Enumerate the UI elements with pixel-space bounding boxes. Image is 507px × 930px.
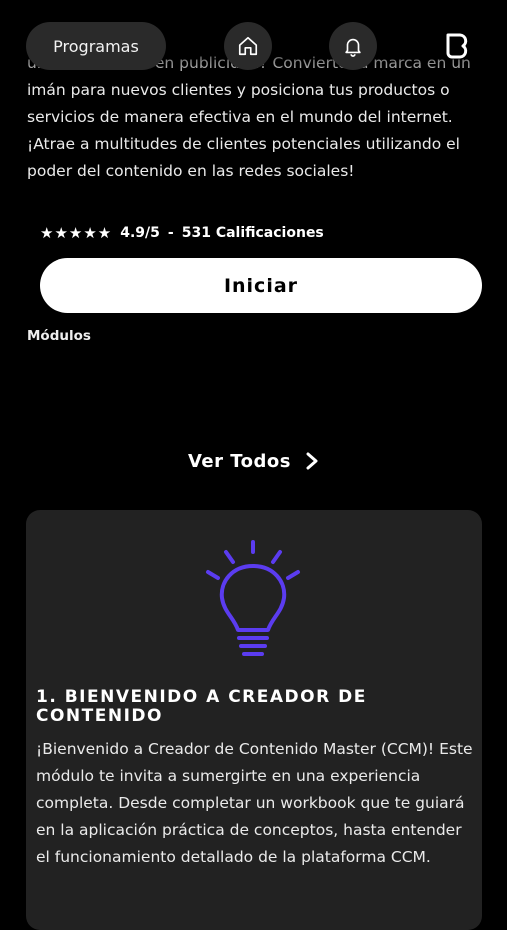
- top-navigation: Programas: [0, 0, 507, 90]
- module-title: 1. Bienvenido a Creador de Contenido: [36, 687, 367, 726]
- rating-score: 4.9/5: [120, 225, 160, 241]
- home-icon: [238, 36, 258, 56]
- module-description: ¡Bienvenido a Creador de Contenido Maste…: [36, 740, 473, 866]
- see-all-link[interactable]: Ver Todos: [0, 446, 507, 476]
- rating-count: 531 Calificaciones: [181, 225, 324, 241]
- programs-button[interactable]: Programas: [26, 22, 166, 70]
- module-card[interactable]: 1. Bienvenido a Creador de Contenido ¡Bi…: [26, 510, 482, 930]
- start-button[interactable]: Iniciar: [40, 258, 482, 313]
- rating-summary: ★★★★★ 4.9/5 - 531 Calificaciones: [40, 222, 324, 244]
- chevron-right-icon: [306, 452, 318, 470]
- notifications-button[interactable]: [329, 22, 377, 70]
- home-button[interactable]: [224, 22, 272, 70]
- brand-logo-button[interactable]: [440, 28, 476, 64]
- see-all-label: Ver Todos: [187, 450, 292, 472]
- bell-icon: [345, 38, 361, 57]
- modules-heading: Módulos: [27, 328, 91, 344]
- lightbulb-icon: [206, 540, 300, 656]
- rating-separator: -: [167, 225, 174, 241]
- rating-stars-icon: ★★★★★: [40, 224, 113, 242]
- brand-logo-icon: [446, 33, 468, 59]
